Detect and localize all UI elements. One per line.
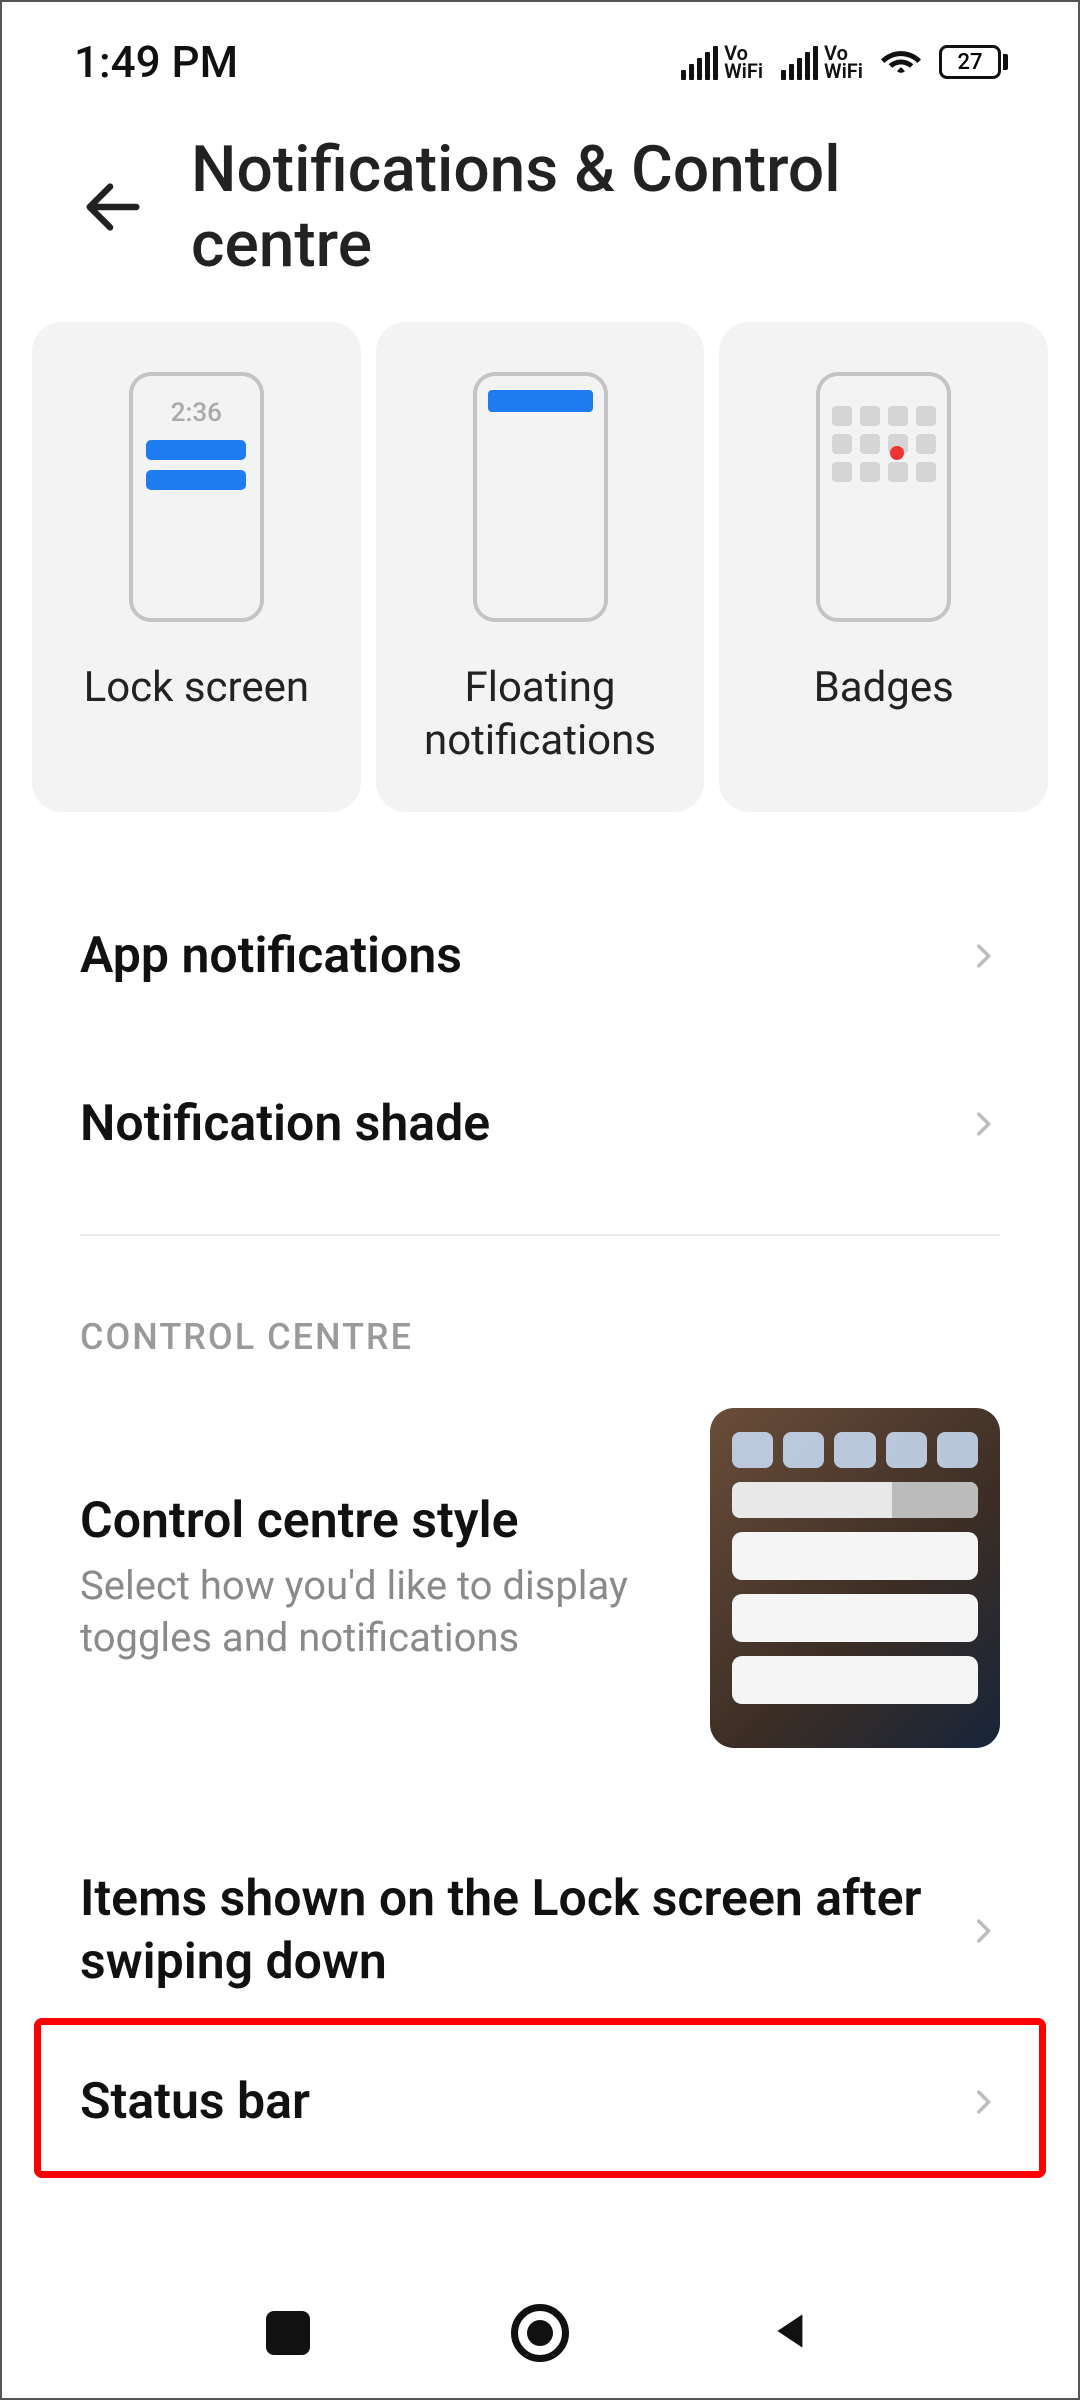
wifi-icon [881, 42, 921, 82]
row-control-centre-style[interactable]: Control centre style Select how you'd li… [2, 1388, 1078, 1778]
page-title: Notifications & Control centre [191, 132, 1006, 282]
floating-preview-icon [473, 372, 608, 622]
card-label-lock: Lock screen [74, 662, 320, 715]
arrow-left-icon [78, 172, 148, 242]
row-app-notifications[interactable]: App notifications [2, 872, 1078, 1040]
chevron-right-icon [966, 939, 1000, 973]
battery-percentage: 27 [939, 45, 1001, 79]
card-label-badges: Badges [804, 662, 964, 715]
nav-back-button[interactable] [752, 2293, 832, 2373]
card-lock-screen[interactable]: 2:36 Lock screen [32, 322, 361, 812]
circle-icon [511, 2304, 569, 2362]
chevron-right-icon [966, 2085, 1000, 2119]
row-label: Notification shade [80, 1095, 490, 1153]
row-items-lock-screen[interactable]: Items shown on the Lock screen after swi… [2, 1828, 1078, 2033]
row-label: App notifications [80, 927, 462, 985]
battery-indicator: 27 [939, 45, 1008, 79]
row-label: Items shown on the Lock screen after swi… [80, 1868, 960, 1993]
badges-preview-icon [816, 372, 951, 622]
status-right-cluster: Vo WiFi Vo WiFi 27 [681, 42, 1008, 82]
chevron-right-icon [966, 1107, 1000, 1141]
nav-recent-button[interactable] [248, 2293, 328, 2373]
chevron-right-icon [966, 1914, 1000, 1948]
lock-screen-preview-icon: 2:36 [129, 372, 264, 622]
status-time: 1:49 PM [74, 36, 238, 88]
card-badges[interactable]: Badges [719, 322, 1048, 812]
row-notification-shade[interactable]: Notification shade [2, 1040, 1078, 1208]
vowifi-label-1: Vo WiFi [724, 44, 763, 80]
signal-bars-icon [681, 46, 718, 80]
mock-lock-time: 2:36 [171, 398, 222, 428]
vowifi-label-2: Vo WiFi [824, 44, 863, 80]
signal-indicator-1: Vo WiFi [681, 44, 763, 80]
back-button[interactable] [74, 167, 151, 247]
square-icon [266, 2311, 310, 2355]
navigation-bar [2, 2268, 1078, 2398]
nav-home-button[interactable] [500, 2293, 580, 2373]
cc-style-subtitle: Select how you'd like to display toggles… [80, 1560, 640, 1664]
header: Notifications & Control centre [2, 122, 1078, 292]
signal-bars-icon [781, 46, 818, 80]
status-bar: 1:49 PM Vo WiFi Vo WiFi 27 [2, 2, 1078, 122]
control-centre-preview-icon [710, 1408, 1000, 1748]
signal-indicator-2: Vo WiFi [781, 44, 863, 80]
card-label-floating: Floating notifications [376, 662, 705, 767]
cc-style-title: Control centre style [80, 1492, 680, 1550]
triangle-left-icon [767, 2306, 817, 2360]
section-header-control-centre: CONTROL CENTRE [2, 1236, 1078, 1388]
row-status-bar[interactable]: Status bar [2, 2018, 1078, 2186]
card-floating-notifications[interactable]: Floating notifications [376, 322, 705, 812]
row-label: Status bar [80, 2073, 310, 2131]
